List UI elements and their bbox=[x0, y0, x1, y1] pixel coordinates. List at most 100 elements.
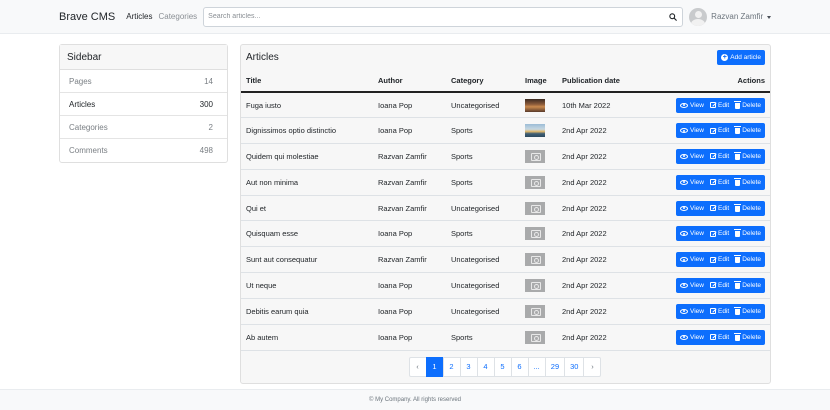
delete-label: Delete bbox=[742, 204, 761, 212]
column-header-category[interactable]: Category bbox=[446, 70, 520, 93]
article-title[interactable]: Quidem qui molestiae bbox=[241, 143, 373, 170]
delete-label: Delete bbox=[742, 178, 761, 186]
view-button[interactable]: View bbox=[676, 226, 707, 242]
add-article-button[interactable]: + Add article bbox=[717, 50, 765, 65]
edit-button[interactable]: Edit bbox=[707, 148, 733, 164]
delete-button[interactable]: Delete bbox=[732, 174, 765, 190]
edit-button[interactable]: Edit bbox=[707, 123, 733, 139]
article-date: 2nd Apr 2022 bbox=[557, 195, 647, 222]
delete-button[interactable]: Delete bbox=[732, 148, 765, 164]
view-button[interactable]: View bbox=[676, 148, 707, 164]
table-row: Ab autem Ioana Pop Sports 2nd Apr 2022 View E… bbox=[241, 324, 770, 350]
sidebar: Sidebar Pages 14 Articles 300 Categories… bbox=[59, 44, 228, 163]
pagination-ellipsis[interactable]: ... bbox=[527, 356, 546, 377]
edit-icon bbox=[710, 282, 716, 289]
pagination-page[interactable]: 5 bbox=[493, 356, 512, 377]
delete-button[interactable]: Delete bbox=[732, 200, 765, 216]
trash-icon bbox=[734, 306, 742, 315]
brand-link[interactable]: Brave CMS bbox=[59, 11, 115, 23]
edit-button[interactable]: Edit bbox=[707, 200, 733, 216]
delete-label: Delete bbox=[742, 281, 761, 289]
sidebar-item-articles[interactable]: Articles 300 bbox=[60, 93, 227, 116]
trash-icon bbox=[734, 203, 742, 212]
page-title: Articles bbox=[246, 52, 279, 63]
article-title[interactable]: Quisquam esse bbox=[241, 220, 373, 248]
edit-icon bbox=[710, 179, 716, 186]
delete-label: Delete bbox=[742, 307, 761, 315]
pagination-page[interactable]: 1 bbox=[425, 356, 444, 377]
edit-button[interactable]: Edit bbox=[707, 252, 733, 268]
sidebar-item-categories[interactable]: Categories 2 bbox=[60, 116, 227, 139]
article-title[interactable]: Qui et bbox=[241, 195, 373, 222]
column-header-title[interactable]: Title bbox=[241, 70, 373, 93]
article-author: Razvan Zamfir bbox=[373, 246, 446, 274]
trash-icon bbox=[734, 177, 742, 186]
edit-button[interactable]: Edit bbox=[707, 277, 733, 293]
search-button[interactable] bbox=[664, 8, 682, 26]
edit-button[interactable]: Edit bbox=[707, 303, 733, 319]
table-row: Qui et Razvan Zamfir Uncategorised 2nd Apr … bbox=[241, 195, 770, 222]
pagination-page[interactable]: 4 bbox=[476, 356, 495, 377]
edit-button[interactable]: Edit bbox=[707, 174, 733, 190]
pagination-page[interactable]: 30 bbox=[564, 356, 585, 377]
article-image-cell bbox=[520, 92, 557, 119]
edit-button[interactable]: Edit bbox=[707, 329, 733, 345]
edit-button[interactable]: Edit bbox=[707, 97, 733, 113]
edit-icon bbox=[710, 308, 716, 315]
eye-icon bbox=[680, 334, 689, 340]
delete-button[interactable]: Delete bbox=[732, 252, 765, 268]
view-button[interactable]: View bbox=[676, 200, 707, 216]
avatar bbox=[689, 7, 708, 26]
pagination-next[interactable]: › bbox=[583, 356, 602, 377]
sidebar-item-comments[interactable]: Comments 498 bbox=[60, 139, 227, 162]
nav-link-articles[interactable]: Articles bbox=[126, 12, 152, 21]
footer: © My Company. All rights reserved bbox=[0, 389, 830, 410]
edit-label: Edit bbox=[718, 333, 730, 341]
view-button[interactable]: View bbox=[676, 123, 707, 139]
article-actions: View Edit Delete bbox=[647, 143, 770, 170]
view-button[interactable]: View bbox=[676, 174, 707, 190]
article-actions: View Edit Delete bbox=[647, 272, 770, 299]
article-title[interactable]: Fuga iusto bbox=[241, 92, 373, 119]
pagination-page[interactable]: 3 bbox=[459, 356, 478, 377]
nav-link-categories[interactable]: Categories bbox=[158, 12, 197, 21]
delete-button[interactable]: Delete bbox=[732, 277, 765, 293]
sidebar-item-pages[interactable]: Pages 14 bbox=[60, 70, 227, 93]
delete-button[interactable]: Delete bbox=[732, 303, 765, 319]
article-date: 2nd Apr 2022 bbox=[557, 220, 647, 248]
view-button[interactable]: View bbox=[676, 329, 707, 345]
article-title[interactable]: Ut neque bbox=[241, 272, 373, 299]
view-button[interactable]: View bbox=[676, 303, 707, 319]
article-author: Ioana Pop bbox=[373, 117, 446, 145]
view-button[interactable]: View bbox=[676, 277, 707, 293]
pagination-page[interactable]: 29 bbox=[544, 356, 566, 377]
article-title[interactable]: Aut non minima bbox=[241, 169, 373, 196]
search-icon bbox=[669, 12, 678, 21]
delete-button[interactable]: Delete bbox=[732, 97, 765, 113]
article-actions: View Edit Delete bbox=[647, 246, 770, 274]
pagination-page[interactable]: 6 bbox=[510, 356, 529, 377]
user-name: Razvan Zamfir bbox=[711, 12, 764, 21]
eye-icon bbox=[680, 308, 689, 314]
view-label: View bbox=[690, 178, 704, 186]
edit-label: Edit bbox=[718, 204, 730, 212]
search-input[interactable] bbox=[204, 7, 665, 26]
article-title[interactable]: Sunt aut consequatur bbox=[241, 246, 373, 274]
delete-button[interactable]: Delete bbox=[732, 226, 765, 242]
article-title[interactable]: Ab autem bbox=[241, 324, 373, 350]
delete-button[interactable]: Delete bbox=[732, 123, 765, 139]
column-header-date[interactable]: Publication date bbox=[557, 70, 647, 93]
article-title[interactable]: Debitis earum quia bbox=[241, 298, 373, 325]
edit-button[interactable]: Edit bbox=[707, 226, 733, 242]
user-menu[interactable]: Razvan Zamfir bbox=[689, 7, 772, 26]
edit-label: Edit bbox=[718, 230, 730, 238]
pagination-prev[interactable]: ‹ bbox=[408, 356, 427, 377]
view-button[interactable]: View bbox=[676, 97, 707, 113]
pagination-page[interactable]: 2 bbox=[442, 356, 461, 377]
article-title[interactable]: Dignissimos optio distinctio bbox=[241, 117, 373, 145]
column-header-author[interactable]: Author bbox=[373, 70, 446, 93]
delete-button[interactable]: Delete bbox=[732, 329, 765, 345]
article-image-cell bbox=[520, 169, 557, 196]
view-button[interactable]: View bbox=[676, 252, 707, 268]
main-content: Sidebar Pages 14 Articles 300 Categories… bbox=[0, 34, 830, 384]
